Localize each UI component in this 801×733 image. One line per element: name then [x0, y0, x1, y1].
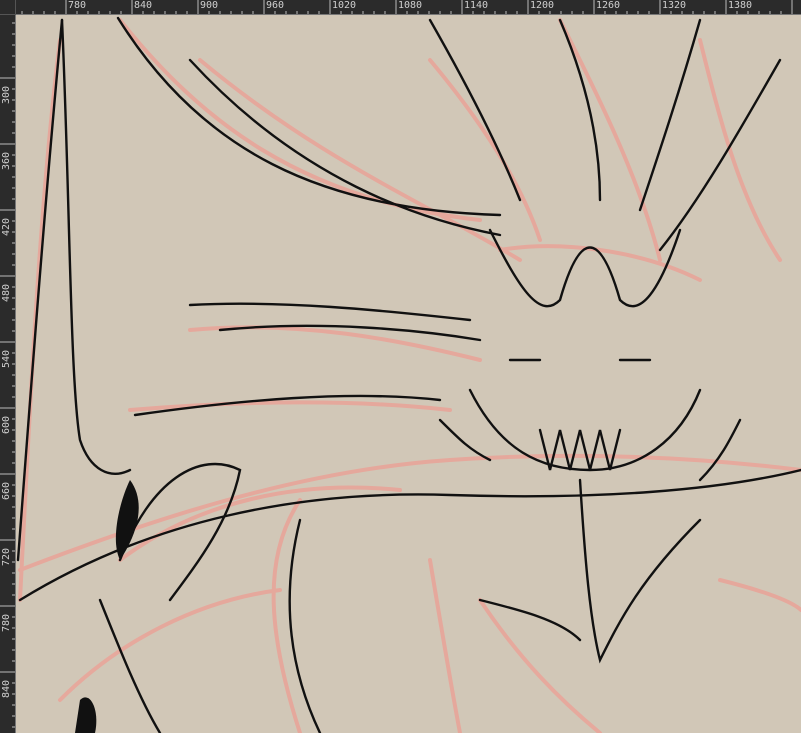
- ruler-label: 780: [68, 0, 87, 11]
- sketch-layer: [18, 18, 801, 733]
- drawing-app: 780 840 900 960 1020 1080 1140 1200 1260 1320 1380…: [0, 0, 801, 733]
- ruler-label: 1320: [662, 0, 687, 11]
- ruler-label: 840: [1, 679, 12, 698]
- ruler-corner: [0, 0, 16, 15]
- ruler-label: 780: [1, 613, 12, 632]
- ruler-label: 600: [1, 415, 12, 434]
- ruler-label: 720: [1, 547, 12, 566]
- ruler-label: 1020: [332, 0, 357, 11]
- ruler-label: 1200: [530, 0, 555, 11]
- ink-layer: [16, 16, 801, 733]
- ruler-label: 1380: [728, 0, 753, 11]
- ruler-label: 420: [1, 217, 12, 236]
- ruler-label: 300: [1, 85, 12, 104]
- drawing-canvas[interactable]: [16, 15, 801, 733]
- ruler-label: 360: [1, 151, 12, 170]
- vertical-ruler[interactable]: 300 360 420 480 540 600 660 720 780 840: [0, 15, 16, 733]
- ruler-label: 1260: [596, 0, 621, 11]
- ruler-label: 1080: [398, 0, 423, 11]
- ruler-label: 900: [200, 0, 219, 11]
- artwork-dragon-lineart: [16, 16, 801, 733]
- horizontal-ruler[interactable]: 780 840 900 960 1020 1080 1140 1200 1260 1320 1380: [16, 0, 801, 15]
- ruler-label: 1140: [464, 0, 489, 11]
- ruler-label: 840: [134, 0, 153, 11]
- ruler-label: 660: [1, 481, 12, 500]
- ruler-label: 480: [1, 283, 12, 302]
- ruler-label: 540: [1, 349, 12, 368]
- ruler-label: 960: [266, 0, 285, 11]
- ink-fill-shadow: [75, 697, 97, 733]
